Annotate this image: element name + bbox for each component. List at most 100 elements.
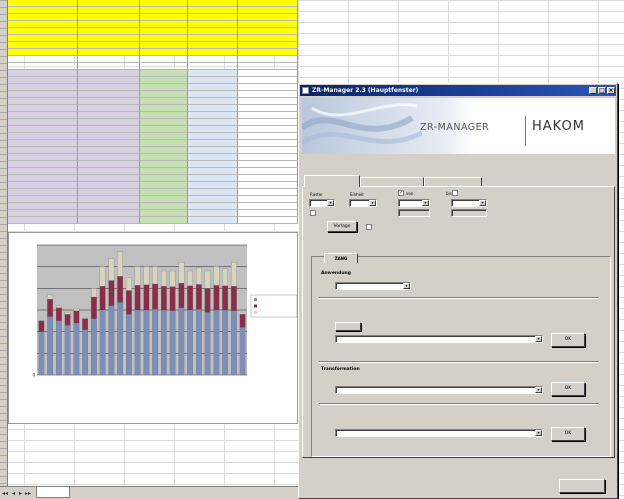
table-row-cell[interactable] [238, 154, 298, 161]
bis-date-field[interactable]: ▾ [451, 199, 487, 207]
header-filler-cell[interactable] [188, 42, 238, 49]
header-filler-cell[interactable] [78, 35, 140, 42]
close-icon[interactable]: × [607, 87, 615, 94]
table-row-cell[interactable] [188, 196, 238, 203]
zeitreihe-ok-button[interactable]: OK [551, 333, 585, 347]
table-row-cell[interactable] [8, 84, 78, 91]
header-cell[interactable] [78, 0, 140, 7]
last-sheet-icon[interactable]: ▸▸ [25, 490, 31, 497]
table-row-cell[interactable] [238, 126, 298, 133]
header-filler-cell[interactable] [140, 21, 188, 28]
header-filler-cell[interactable] [188, 14, 238, 21]
table-row-cell[interactable] [78, 126, 140, 133]
table-row-cell[interactable] [188, 182, 238, 189]
table-row-cell[interactable] [8, 182, 78, 189]
table-row-cell[interactable] [78, 77, 140, 84]
table-row-cell[interactable] [78, 161, 140, 168]
table-row-cell[interactable] [238, 91, 298, 98]
table-row-cell[interactable] [78, 182, 140, 189]
neu-button[interactable] [335, 322, 361, 331]
einheit-select[interactable]: ▾ [349, 199, 377, 207]
header-filler-cell[interactable] [188, 28, 238, 35]
von-date-field[interactable]: ▾ [398, 199, 430, 207]
header-filler-cell[interactable] [78, 21, 140, 28]
zeit-ok-button[interactable]: OK [551, 427, 585, 441]
bis-time-field[interactable] [451, 209, 487, 217]
table-row-cell[interactable] [140, 182, 188, 189]
header-filler-cell[interactable] [78, 14, 140, 21]
table-row-cell[interactable] [140, 112, 188, 119]
table-row-cell[interactable] [238, 161, 298, 168]
table-row-cell[interactable] [8, 203, 78, 210]
option-checkbox[interactable] [366, 224, 372, 230]
header-filler-cell[interactable] [188, 21, 238, 28]
chevron-down-icon[interactable]: ▾ [535, 387, 542, 393]
table-row-cell[interactable] [8, 91, 78, 98]
header-cell[interactable] [238, 49, 298, 56]
table-row-cell[interactable] [188, 91, 238, 98]
kurs-checkbox[interactable] [310, 210, 316, 216]
table-row-cell[interactable] [188, 203, 238, 210]
unit-row-cell[interactable] [140, 63, 188, 70]
table-row-cell[interactable] [238, 203, 298, 210]
header-cell[interactable] [188, 0, 238, 7]
tab-import[interactable] [304, 175, 360, 187]
table-row-cell[interactable] [188, 133, 238, 140]
table-row-cell[interactable] [188, 140, 238, 147]
unit-row-cell[interactable] [8, 63, 78, 70]
header-filler-cell[interactable] [8, 14, 78, 21]
table-row-cell[interactable] [188, 210, 238, 217]
table-row-cell[interactable] [8, 154, 78, 161]
table-row-cell[interactable] [78, 217, 140, 224]
table-row-cell[interactable] [140, 77, 188, 84]
table-row-cell[interactable] [140, 189, 188, 196]
header-cell[interactable] [140, 0, 188, 7]
table-row-cell[interactable] [78, 91, 140, 98]
header-cell[interactable] [78, 49, 140, 56]
table-row-cell[interactable] [238, 147, 298, 154]
table-row-cell[interactable] [8, 175, 78, 182]
table-row-cell[interactable] [8, 112, 78, 119]
stacked-bar-chart[interactable]: 0 [8, 232, 298, 424]
header-filler-cell[interactable] [238, 7, 298, 14]
table-row-cell[interactable] [8, 161, 78, 168]
ab-checkbox[interactable] [452, 190, 458, 196]
table-row-cell[interactable] [140, 91, 188, 98]
table-row-cell[interactable] [140, 98, 188, 105]
table-row-cell[interactable] [238, 84, 298, 91]
chevron-down-icon[interactable]: ▾ [535, 430, 542, 436]
header-cell[interactable] [8, 49, 78, 56]
table-row-cell[interactable] [8, 105, 78, 112]
von-time-field[interactable] [398, 209, 430, 217]
header-filler-cell[interactable] [140, 7, 188, 14]
header-cell[interactable] [140, 49, 188, 56]
table-row-cell[interactable] [140, 126, 188, 133]
table-row-cell[interactable] [8, 196, 78, 203]
header-filler-cell[interactable] [238, 14, 298, 21]
tab-zang[interactable]: ZANG [324, 253, 358, 263]
table-row-cell[interactable] [140, 84, 188, 91]
anwendung-select[interactable]: ▾ [335, 282, 411, 290]
header-filler-cell[interactable] [140, 35, 188, 42]
table-row-cell[interactable] [78, 119, 140, 126]
header-filler-cell[interactable] [188, 35, 238, 42]
table-row-cell[interactable] [238, 105, 298, 112]
table-row-cell[interactable] [78, 189, 140, 196]
table-row-cell[interactable] [140, 70, 188, 77]
table-row-cell[interactable] [140, 175, 188, 182]
total-row-cell[interactable] [78, 56, 140, 63]
table-row-cell[interactable] [188, 217, 238, 224]
table-row-cell[interactable] [8, 217, 78, 224]
table-row-cell[interactable] [78, 70, 140, 77]
table-row-cell[interactable] [78, 196, 140, 203]
zeitreihe-select[interactable]: ▾ [335, 335, 543, 343]
table-row-cell[interactable] [78, 210, 140, 217]
table-row-cell[interactable] [238, 168, 298, 175]
header-cell[interactable] [238, 0, 298, 7]
chevron-down-icon[interactable]: ▾ [535, 336, 542, 342]
table-row-cell[interactable] [78, 175, 140, 182]
table-row-cell[interactable] [238, 77, 298, 84]
header-filler-cell[interactable] [8, 21, 78, 28]
header-filler-cell[interactable] [140, 28, 188, 35]
header-filler-cell[interactable] [188, 7, 238, 14]
